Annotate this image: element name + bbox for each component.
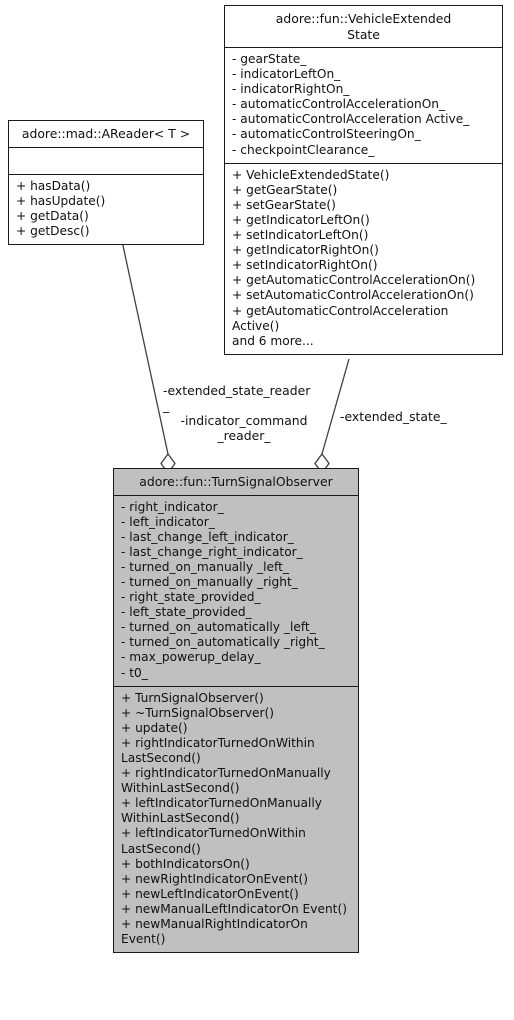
class-member: + setAutomaticControlAccelerationOn() bbox=[232, 288, 474, 303]
class-title-vehicleextendedstate: adore::fun::VehicleExtended State bbox=[225, 6, 502, 48]
class-member: - right_state_provided_ bbox=[121, 590, 261, 605]
class-member: + bothIndicatorsOn() bbox=[121, 856, 250, 871]
class-title-areader: adore::mad::AReader< T > bbox=[9, 121, 203, 148]
class-member: - automaticControlSteeringOn_ bbox=[232, 127, 421, 142]
class-attributes-areader bbox=[9, 148, 203, 174]
class-member: + newRightIndicatorOnEvent() bbox=[121, 871, 308, 886]
class-member: + ~TurnSignalObserver() bbox=[121, 705, 274, 720]
class-member: - indicatorRightOn_ bbox=[232, 82, 350, 97]
class-member: - checkpointClearance_ bbox=[232, 142, 375, 157]
class-box-vehicleextendedstate[interactable]: adore::fun::VehicleExtended State - gear… bbox=[224, 5, 503, 355]
class-methods-turnsignalobserver: + TurnSignalObserver() + ~TurnSignalObse… bbox=[114, 685, 358, 953]
class-member: + update() bbox=[121, 720, 188, 735]
class-member: - max_powerup_delay_ bbox=[121, 650, 261, 665]
class-member: - last_change_left_indicator_ bbox=[121, 529, 294, 544]
class-member: + getAutomaticControlAcceleration Active… bbox=[232, 303, 449, 333]
class-member: + getIndicatorRightOn() bbox=[232, 243, 379, 258]
class-member: - turned_on_automatically _left_ bbox=[121, 620, 316, 635]
class-member: - right_indicator_ bbox=[121, 499, 224, 514]
class-member: + TurnSignalObserver() bbox=[121, 690, 264, 705]
class-box-turnsignalobserver[interactable]: adore::fun::TurnSignalObserver - right_i… bbox=[113, 468, 359, 954]
class-member: - last_change_right_indicator_ bbox=[121, 544, 303, 559]
class-attributes-turnsignalobserver: - right_indicator_ - left_indicator_ - l… bbox=[114, 496, 358, 686]
class-member: + leftIndicatorTurnedOnWithin LastSecond… bbox=[121, 826, 306, 856]
class-member: + hasUpdate() bbox=[16, 193, 106, 208]
class-member: + setIndicatorLeftOn() bbox=[232, 228, 369, 243]
class-member: - gearState_ bbox=[232, 52, 307, 66]
class-member: + hasData() bbox=[16, 178, 91, 193]
edge-label-extended-state: -extended_state_ bbox=[340, 409, 447, 424]
edge-label-indicator-command-reader: -indicator_command _reader_ bbox=[180, 413, 308, 443]
class-member: + setIndicatorRightOn() bbox=[232, 258, 378, 273]
class-member: + setGearState() bbox=[232, 197, 336, 212]
class-member: + rightIndicatorTurnedOnManually WithinL… bbox=[121, 766, 331, 796]
class-member: + getGearState() bbox=[232, 182, 338, 197]
class-member: + newManualRightIndicatorOn Event() bbox=[121, 917, 308, 947]
class-member: - automaticControlAccelerationOn_ bbox=[232, 97, 446, 112]
class-member: + getData() bbox=[16, 208, 89, 223]
class-title-turnsignalobserver: adore::fun::TurnSignalObserver bbox=[114, 469, 358, 496]
class-member: + VehicleExtendedState() bbox=[232, 167, 390, 182]
class-box-areader[interactable]: adore::mad::AReader< T > + hasData() + h… bbox=[8, 120, 204, 245]
class-attributes-vehicleextendedstate: - gearState_ - indicatorLeftOn_ - indica… bbox=[225, 48, 502, 163]
class-member: + getDesc() bbox=[16, 223, 90, 238]
class-member: + getIndicatorLeftOn() bbox=[232, 212, 370, 227]
class-methods-vehicleextendedstate: + VehicleExtendedState() + getGearState(… bbox=[225, 162, 502, 354]
class-member: + rightIndicatorTurnedOnWithin LastSecon… bbox=[121, 735, 315, 765]
edge-label-extended-state-reader: -extended_state_reader _ bbox=[163, 383, 311, 413]
class-member: and 6 more... bbox=[232, 333, 314, 348]
class-member: - turned_on_automatically _right_ bbox=[121, 635, 325, 650]
class-member: + leftIndicatorTurnedOnManually WithinLa… bbox=[121, 796, 322, 826]
class-member: + newManualLeftIndicatorOn Event() bbox=[121, 901, 347, 916]
class-member: - left_state_provided_ bbox=[121, 605, 252, 620]
class-member: - automaticControlAcceleration Active_ bbox=[232, 112, 470, 127]
class-member: + newLeftIndicatorOnEvent() bbox=[121, 886, 299, 901]
class-methods-areader: + hasData() + hasUpdate() + getData() + … bbox=[9, 173, 203, 244]
class-member: + getAutomaticControlAccelerationOn() bbox=[232, 273, 476, 288]
class-member: - t0_ bbox=[121, 665, 148, 680]
class-member: - turned_on_manually _left_ bbox=[121, 559, 289, 574]
class-member: - left_indicator_ bbox=[121, 514, 215, 529]
class-member: - turned_on_manually _right_ bbox=[121, 574, 298, 589]
class-member: - indicatorLeftOn_ bbox=[232, 67, 341, 82]
uml-class-diagram: adore::mad::AReader< T > + hasData() + h… bbox=[0, 0, 514, 1020]
